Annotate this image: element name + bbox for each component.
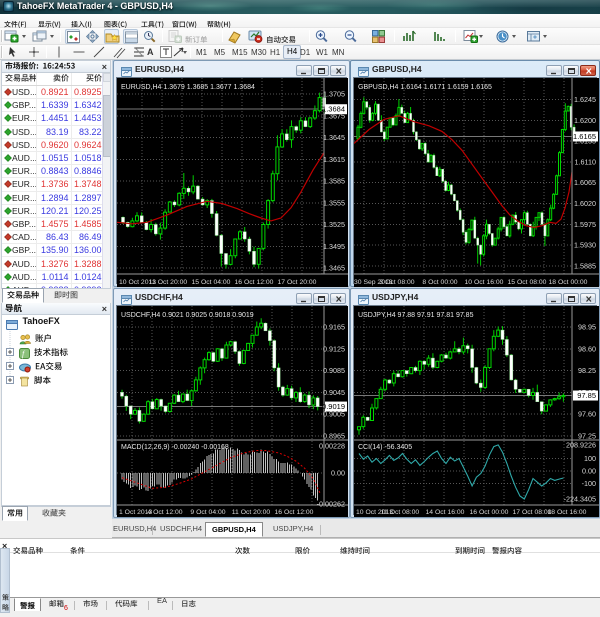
svg-text:98.60: 98.60 [578, 344, 596, 353]
svg-text:0.00: 0.00 [582, 467, 596, 476]
svg-text:4 Oct 12:00: 4 Oct 12:00 [147, 509, 182, 516]
svg-text:15 Oct 04:00: 15 Oct 04:00 [192, 279, 231, 286]
svg-text:16 Oct 12:00: 16 Oct 12:00 [235, 279, 274, 286]
svg-text:USDCHF,H4 0.9021 0.9025 0.9018: USDCHF,H4 0.9021 0.9025 0.9018 0.9019 [121, 312, 254, 319]
svg-text:USDJPY,H4 97.88 97.91 97.81 97: USDJPY,H4 97.88 97.91 97.81 97.85 [358, 312, 474, 319]
svg-text:0.00228: 0.00228 [319, 442, 345, 451]
svg-text:97.25: 97.25 [578, 432, 596, 441]
svg-text:1.3645: 1.3645 [323, 133, 345, 142]
svg-text:EURUSD,H4 1.3679 1.3685 1.3677: EURUSD,H4 1.3679 1.3685 1.3677 1.3684 [121, 84, 255, 91]
svg-text:0.9045: 0.9045 [323, 388, 345, 397]
svg-text:8 Oct 00:00: 8 Oct 00:00 [422, 279, 457, 286]
svg-text:1.3495: 1.3495 [323, 242, 345, 251]
svg-text:16 Oct 00:00: 16 Oct 00:00 [470, 509, 509, 516]
svg-text:1.6020: 1.6020 [574, 199, 596, 208]
svg-text:1.3585: 1.3585 [323, 177, 345, 186]
svg-text:0.8965: 0.8965 [323, 432, 345, 441]
svg-text:0.00: 0.00 [331, 469, 345, 478]
svg-text:1.5975: 1.5975 [574, 220, 596, 229]
svg-text:1.3705: 1.3705 [323, 90, 345, 99]
svg-text:98.95: 98.95 [578, 323, 596, 332]
svg-text:11 Oct 08:00: 11 Oct 08:00 [381, 509, 420, 516]
svg-text:0.9019: 0.9019 [322, 402, 345, 411]
svg-text:1.3684: 1.3684 [322, 105, 345, 114]
svg-text:15 Oct 08:00: 15 Oct 08:00 [508, 279, 547, 286]
svg-text:18 Oct 16:00: 18 Oct 16:00 [548, 509, 587, 516]
svg-text:1.6065: 1.6065 [574, 178, 596, 187]
svg-text:0.9085: 0.9085 [323, 366, 345, 375]
svg-text:1.6245: 1.6245 [574, 95, 596, 104]
svg-text:98.25: 98.25 [578, 366, 596, 375]
svg-text:208.9226: 208.9226 [566, 441, 596, 450]
svg-text:-100: -100 [582, 479, 596, 488]
svg-text:1.6200: 1.6200 [574, 116, 596, 125]
svg-text:1.6165: 1.6165 [573, 132, 596, 141]
svg-text:10 Oct 16:00: 10 Oct 16:00 [465, 279, 504, 286]
svg-text:17 Oct 20:00: 17 Oct 20:00 [278, 279, 317, 286]
svg-text:1.3615: 1.3615 [323, 155, 345, 164]
svg-text:1.6110: 1.6110 [575, 157, 596, 166]
svg-text:100: 100 [584, 454, 596, 463]
svg-text:-224.3405: -224.3405 [564, 495, 596, 504]
svg-text:MACD(12,26,9) -0.00240 -0.0016: MACD(12,26,9) -0.00240 -0.00168 [121, 444, 229, 451]
svg-text:14 Oct 16:00: 14 Oct 16:00 [426, 509, 465, 516]
svg-text:18 Oct 00:00: 18 Oct 00:00 [549, 279, 588, 286]
svg-text:1.5885: 1.5885 [574, 261, 596, 270]
svg-text:1.3465: 1.3465 [323, 264, 345, 273]
svg-text:0.9165: 0.9165 [323, 323, 345, 332]
svg-text:CCI(14) -56.3405: CCI(14) -56.3405 [358, 444, 412, 451]
svg-text:GBPUSD,H4 1.6164 1.6171 1.6159: GBPUSD,H4 1.6164 1.6171 1.6159 1.6165 [358, 84, 492, 91]
svg-text:-0.00262: -0.00262 [317, 500, 345, 509]
svg-text:97.85: 97.85 [577, 391, 596, 400]
svg-text:11 Oct 20:00: 11 Oct 20:00 [149, 279, 188, 286]
svg-text:1.5930: 1.5930 [574, 241, 596, 250]
svg-text:0.9125: 0.9125 [323, 344, 345, 353]
svg-text:16 Oct 12:00: 16 Oct 12:00 [275, 509, 314, 516]
svg-text:1.3555: 1.3555 [323, 198, 345, 207]
svg-text:11 Oct 20:00: 11 Oct 20:00 [232, 509, 271, 516]
svg-text:17 Oct 08:00: 17 Oct 08:00 [513, 509, 552, 516]
svg-text:9 Oct 04:00: 9 Oct 04:00 [190, 509, 225, 516]
svg-text:97.60: 97.60 [578, 410, 596, 419]
svg-text:3 Oct 08:00: 3 Oct 08:00 [379, 279, 414, 286]
svg-text:1.3525: 1.3525 [323, 220, 345, 229]
